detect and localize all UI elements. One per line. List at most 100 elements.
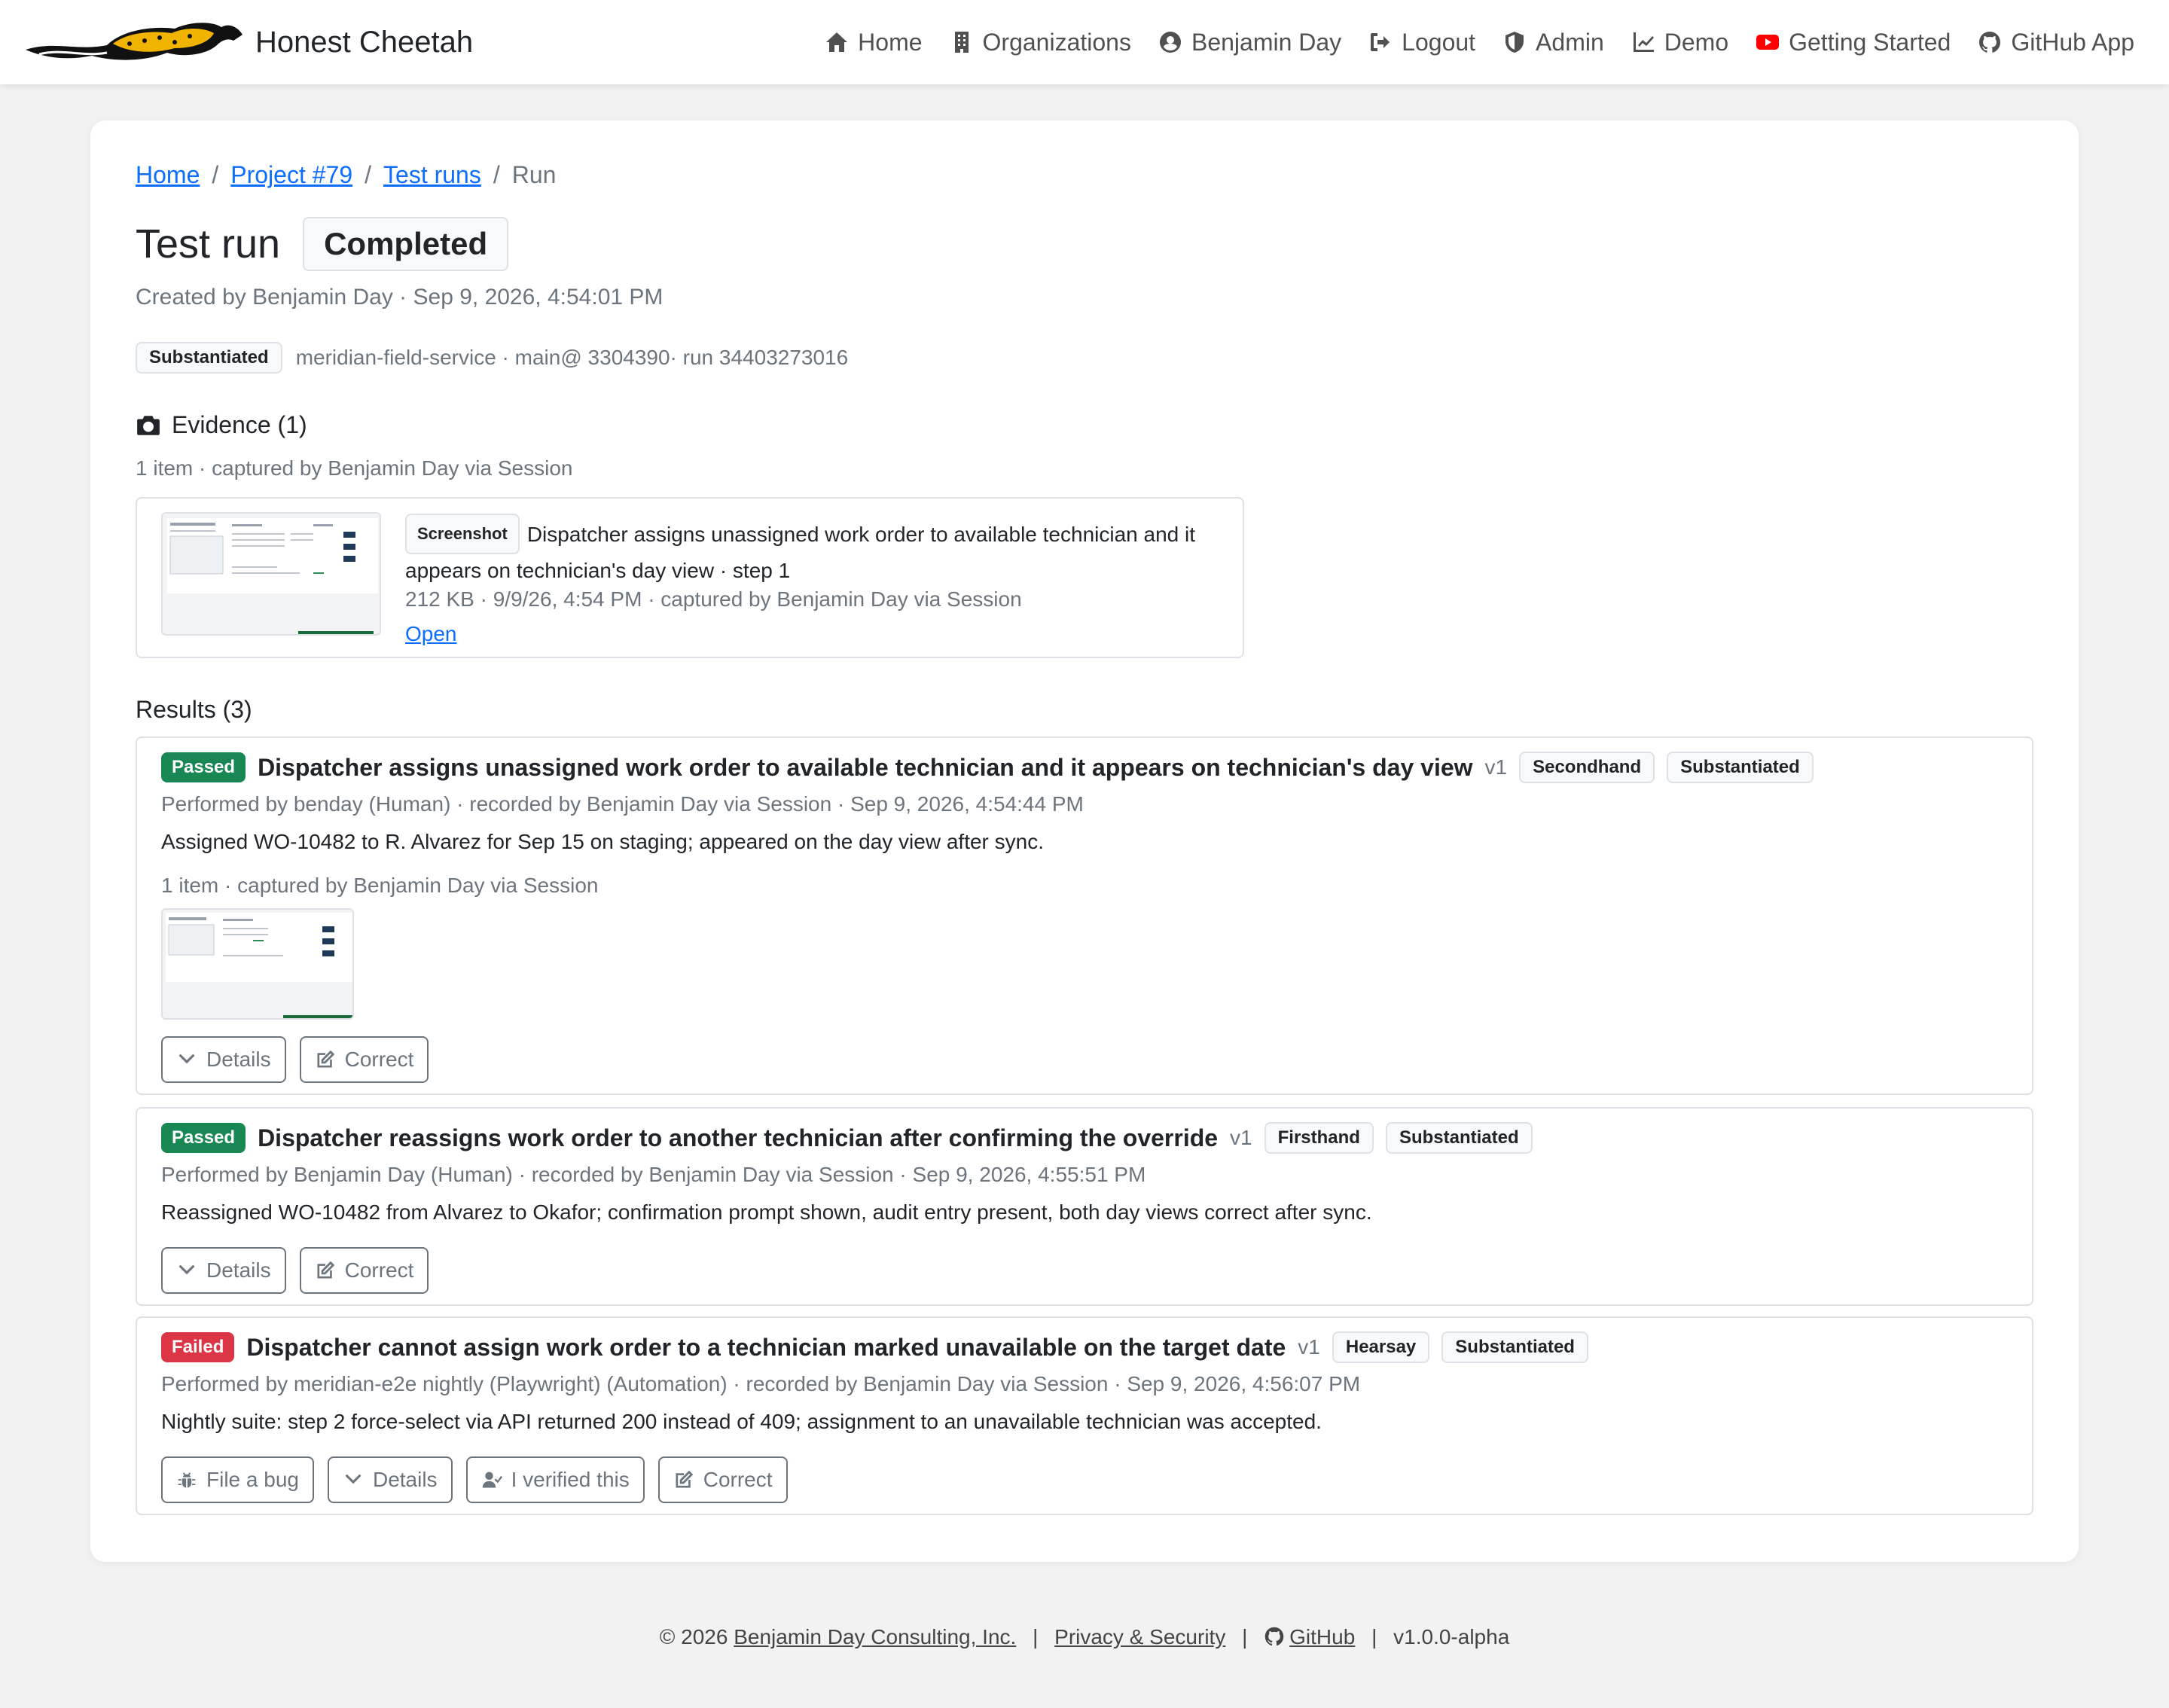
evidence-source-badge: Hearsay: [1332, 1331, 1430, 1363]
result-meta: Performed by Benjamin Day (Human) · reco…: [161, 1163, 1146, 1186]
file-bug-button[interactable]: File a bug: [161, 1456, 314, 1503]
nav-profile[interactable]: Benjamin Day: [1158, 29, 1341, 56]
nav-github-app[interactable]: GitHub App: [1978, 29, 2134, 56]
result-title: Dispatcher cannot assign work order to a…: [246, 1333, 1286, 1361]
result-card: Failed Dispatcher cannot assign work ord…: [136, 1316, 2033, 1515]
footer-privacy-link[interactable]: Privacy & Security: [1054, 1625, 1225, 1649]
details-button[interactable]: Details: [161, 1036, 286, 1083]
logout-icon: [1371, 33, 1390, 51]
edit-icon: [676, 1470, 693, 1488]
breadcrumb-project[interactable]: Project #79: [230, 161, 352, 189]
nav-profile-label: Benjamin Day: [1191, 28, 1342, 56]
nav-organizations[interactable]: Organizations: [950, 29, 1131, 56]
chart-line-icon: [1633, 32, 1654, 52]
evidence-screenshot-thumbnail[interactable]: [161, 512, 381, 636]
correct-button[interactable]: Correct: [299, 1247, 429, 1294]
footer-company-link[interactable]: Benjamin Day Consulting, Inc.: [734, 1625, 1016, 1649]
camera-icon: [137, 415, 160, 435]
result-summary: Reassigned WO-10482 from Alvarez to Okaf…: [161, 1200, 1372, 1224]
chevron-down-icon: [345, 1474, 362, 1484]
result-screenshot-thumbnail[interactable]: [161, 908, 354, 1020]
verify-button-label: I verified this: [511, 1468, 630, 1491]
nav-admin[interactable]: Admin: [1502, 29, 1604, 56]
footer-separator: |: [1033, 1625, 1039, 1649]
breadcrumb: Home / Project #79 / Test runs / Run: [136, 161, 556, 189]
substantiated-badge: Substantiated: [136, 342, 282, 374]
result-version: v1: [1230, 1126, 1252, 1149]
github-icon: [1264, 1627, 1284, 1646]
result-header: Failed Dispatcher cannot assign work ord…: [161, 1331, 1588, 1363]
user-check-icon: [482, 1472, 502, 1488]
evidence-summary: 1 item · captured by Benjamin Day via Se…: [136, 456, 573, 480]
breadcrumb-separator: /: [365, 161, 372, 188]
nav-logout-label: Logout: [1402, 28, 1476, 56]
substantiated-badge: Substantiated: [1667, 752, 1814, 783]
result-meta: Performed by meridian-e2e nightly (Playw…: [161, 1372, 1361, 1395]
chevron-down-icon: [178, 1054, 195, 1064]
nav-home[interactable]: Home: [825, 28, 923, 56]
result-card: Passed Dispatcher reassigns work order t…: [136, 1107, 2033, 1306]
github-icon: [1979, 32, 2001, 53]
result-card: Passed Dispatcher assigns unassigned wor…: [136, 737, 2033, 1095]
correct-button[interactable]: Correct: [299, 1036, 429, 1083]
result-title: Dispatcher assigns unassigned work order…: [258, 753, 1473, 781]
results-heading: Results (3): [136, 696, 252, 723]
run-status-badge: Completed: [303, 217, 509, 271]
result-evidence-summary: 1 item · captured by Benjamin Day via Se…: [161, 874, 599, 897]
shield-icon: [1505, 32, 1524, 53]
brand[interactable]: Honest Cheetah: [24, 18, 473, 66]
result-header: Passed Dispatcher assigns unassigned wor…: [161, 752, 1814, 783]
footer: © 2026 Benjamin Day Consulting, Inc. | P…: [0, 1625, 2169, 1649]
result-summary: Assigned WO-10482 to R. Alvarez for Sep …: [161, 830, 1045, 853]
nav-getting-started[interactable]: Getting Started: [1756, 29, 1951, 56]
nav-getting-started-label: Getting Started: [1789, 28, 1951, 56]
details-button-label: Details: [206, 1258, 271, 1282]
main-card: Home / Project #79 / Test runs / Run Tes…: [90, 120, 2079, 1562]
correct-button[interactable]: Correct: [657, 1456, 788, 1503]
breadcrumb-current: Run: [511, 161, 557, 188]
evidence-heading: Evidence (1): [136, 411, 307, 439]
result-version: v1: [1298, 1335, 1320, 1359]
nav-logout[interactable]: Logout: [1368, 29, 1475, 56]
youtube-icon: [1756, 35, 1780, 50]
breadcrumb-home[interactable]: Home: [136, 161, 200, 189]
nav-github-app-label: GitHub App: [2011, 28, 2134, 56]
details-button-label: Details: [372, 1468, 438, 1491]
edit-icon: [317, 1050, 334, 1068]
correct-button-label: Correct: [703, 1468, 773, 1491]
cheetah-logo-icon: [26, 23, 243, 60]
nav-home-label: Home: [858, 28, 923, 56]
evidence-open-link[interactable]: Open: [405, 622, 457, 646]
result-actions: Details Correct: [161, 1247, 429, 1294]
created-by-line: Created by Benjamin Day · Sep 9, 2026, 4…: [136, 285, 664, 310]
correct-button-label: Correct: [344, 1048, 414, 1071]
top-navbar: Honest Cheetah Home Organizations Benjam…: [0, 0, 2169, 84]
bug-icon: [178, 1472, 196, 1488]
building-icon: [954, 32, 969, 53]
screenshot-preview-image: [163, 910, 352, 1018]
evidence-source-badge: Firsthand: [1264, 1122, 1374, 1154]
breadcrumb-test-runs[interactable]: Test runs: [383, 161, 481, 189]
footer-separator: |: [1371, 1625, 1377, 1649]
verify-button[interactable]: I verified this: [465, 1456, 645, 1503]
footer-separator: |: [1242, 1625, 1248, 1649]
details-button[interactable]: Details: [327, 1456, 453, 1503]
result-version: v1: [1484, 755, 1508, 779]
evidence-source-badge: Secondhand: [1519, 752, 1655, 783]
brand-name[interactable]: Honest Cheetah: [255, 26, 473, 59]
evidence-heading-text: Evidence (1): [172, 411, 307, 438]
run-meta-text: meridian-field-service · main@ 3304390· …: [295, 346, 849, 369]
run-meta-row: Substantiated meridian-field-service · m…: [136, 342, 848, 374]
result-actions: File a bug Details I verified this Corre…: [161, 1456, 788, 1503]
evidence-item: Screenshot Dispatcher assigns unassigned …: [136, 497, 1244, 658]
nav-demo[interactable]: Demo: [1631, 29, 1728, 56]
nav-admin-label: Admin: [1536, 28, 1604, 56]
result-title: Dispatcher reassigns work order to anoth…: [258, 1124, 1219, 1151]
breadcrumb-separator: /: [212, 161, 219, 188]
footer-github-link[interactable]: GitHub: [1289, 1625, 1355, 1649]
screenshot-preview-image: [163, 514, 380, 634]
footer-version: v1.0.0-alpha: [1393, 1625, 1510, 1649]
result-status-badge: Failed: [161, 1332, 235, 1362]
user-circle-icon: [1159, 32, 1181, 53]
details-button[interactable]: Details: [161, 1247, 286, 1294]
